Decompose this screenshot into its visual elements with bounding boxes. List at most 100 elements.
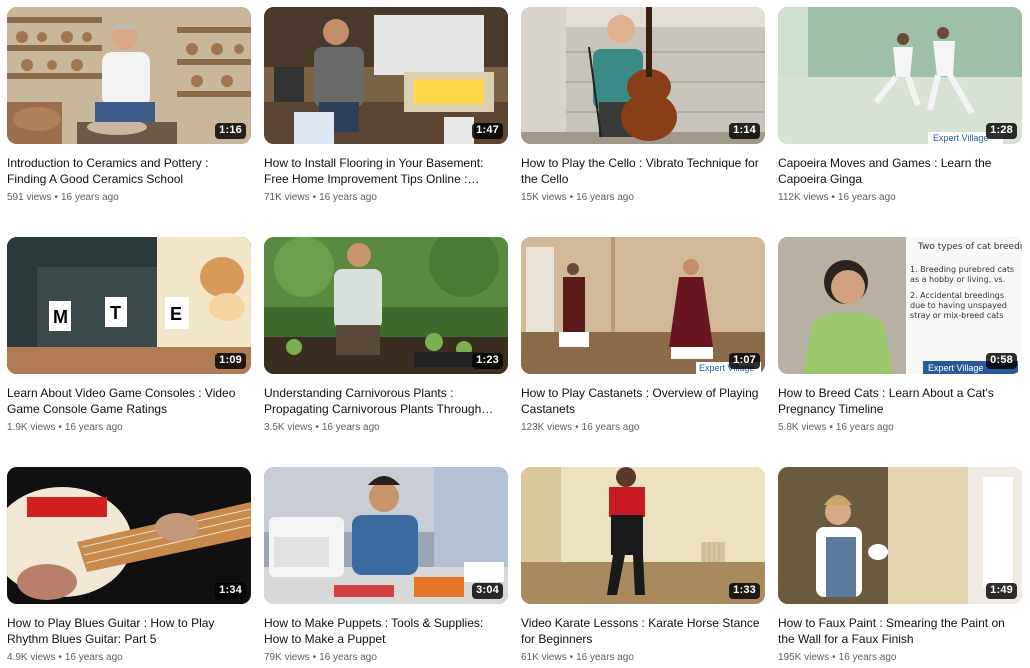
- video-meta: 5.8K views • 16 years ago: [778, 421, 1022, 435]
- video-meta: 195K views • 16 years ago: [778, 651, 1022, 665]
- karate-thumbnail: [521, 467, 765, 604]
- video-thumbnail[interactable]: 1:34: [7, 467, 251, 604]
- view-count: 195K views: [778, 652, 830, 663]
- duration-badge: 1:47: [472, 123, 503, 139]
- duration-badge: 0:58: [986, 353, 1017, 369]
- view-count: 123K views: [521, 422, 573, 433]
- video-meta: 112K views • 16 years ago: [778, 191, 1022, 205]
- video-card[interactable]: 1:16 Introduction to Ceramics and Potter…: [7, 7, 251, 205]
- separator: •: [54, 192, 58, 203]
- faux-paint-thumbnail: [778, 467, 1022, 604]
- video-thumbnail[interactable]: Two types of cat breeding: 1. Breeding p…: [778, 237, 1022, 374]
- video-title[interactable]: How to Play Castanets : Overview of Play…: [521, 385, 765, 417]
- video-card[interactable]: 1:47 How to Install Flooring in Your Bas…: [264, 7, 508, 205]
- separator: •: [569, 652, 574, 663]
- view-count: 4.9K views: [7, 652, 56, 663]
- whiteboard-line: 2. Accidental breedings due to having un…: [910, 291, 1007, 320]
- video-thumbnail[interactable]: 1:47: [264, 7, 508, 144]
- video-meta: 4.9K views • 16 years ago: [7, 651, 251, 665]
- video-thumbnail[interactable]: Expert Village 1:07: [521, 237, 765, 374]
- video-meta: 15K views • 16 years ago: [521, 191, 765, 205]
- rating-letter: M: [53, 307, 68, 327]
- video-title[interactable]: Learn About Video Game Consoles : Video …: [7, 385, 251, 417]
- video-thumbnail[interactable]: Expert Village 1:28: [778, 7, 1022, 144]
- view-count: 1.9K views: [7, 422, 56, 433]
- video-thumbnail[interactable]: 1:49: [778, 467, 1022, 604]
- whiteboard-line: 1. Breeding purebred cats as a hobby or …: [910, 265, 1015, 284]
- video-title[interactable]: How to Play the Cello : Vibrato Techniqu…: [521, 155, 765, 187]
- separator: •: [832, 652, 836, 663]
- video-card[interactable]: Two types of cat breeding: 1. Breeding p…: [778, 237, 1022, 435]
- view-count: 3.5K views: [264, 422, 313, 433]
- whiteboard-heading: Two types of cat breeding:: [917, 242, 1022, 252]
- view-count: 5.8K views: [778, 422, 827, 433]
- video-title[interactable]: How to Make Puppets : Tools & Supplies: …: [264, 615, 508, 647]
- view-count: 61K views: [521, 652, 567, 663]
- duration-badge: 1:07: [729, 353, 760, 369]
- duration-badge: 1:33: [729, 583, 760, 599]
- duration-badge: 1:09: [215, 353, 246, 369]
- video-card[interactable]: 1:23 Understanding Carnivorous Plants : …: [264, 237, 508, 435]
- video-meta: 591 views • 16 years ago: [7, 191, 251, 205]
- separator: •: [575, 422, 579, 433]
- capoeira-thumbnail: Expert Village: [778, 7, 1022, 144]
- video-thumbnail[interactable]: 1:16: [7, 7, 251, 144]
- separator: •: [58, 422, 62, 433]
- video-meta: 3.5K views • 16 years ago: [264, 421, 508, 435]
- upload-age: 16 years ago: [319, 192, 377, 203]
- video-thumbnail[interactable]: M T E 1:09: [7, 237, 251, 374]
- duration-badge: 1:14: [729, 123, 760, 139]
- upload-age: 16 years ago: [64, 652, 123, 663]
- duration-badge: 1:34: [215, 583, 246, 599]
- video-meta: 79K views • 16 years ago: [264, 651, 508, 665]
- duration-badge: 1:16: [215, 123, 246, 139]
- view-count: 79K views: [264, 652, 310, 663]
- upload-age: 16 years ago: [321, 422, 380, 433]
- cats-thumbnail: Two types of cat breeding: 1. Breeding p…: [778, 237, 1022, 374]
- video-thumbnail[interactable]: 1:14: [521, 7, 765, 144]
- video-card[interactable]: 1:14 How to Play the Cello : Vibrato Tec…: [521, 7, 765, 205]
- video-title[interactable]: Introduction to Ceramics and Pottery : F…: [7, 155, 251, 187]
- view-count: 71K views: [264, 192, 310, 203]
- video-title[interactable]: Capoeira Moves and Games : Learn the Cap…: [778, 155, 1022, 187]
- game-ratings-thumbnail: M T E: [7, 237, 251, 374]
- separator: •: [569, 192, 574, 203]
- video-card[interactable]: M T E 1:09 Learn About Video Game Consol…: [7, 237, 251, 435]
- separator: •: [831, 192, 835, 203]
- separator: •: [312, 192, 317, 203]
- video-title[interactable]: How to Breed Cats : Learn About a Cat's …: [778, 385, 1022, 417]
- video-thumbnail[interactable]: 3:04: [264, 467, 508, 604]
- video-title[interactable]: Understanding Carnivorous Plants : Propa…: [264, 385, 508, 417]
- video-thumbnail[interactable]: 1:33: [521, 467, 765, 604]
- puppets-thumbnail: [264, 467, 508, 604]
- upload-age: 16 years ago: [835, 422, 894, 433]
- upload-age: 16 years ago: [837, 192, 896, 203]
- video-thumbnail[interactable]: 1:23: [264, 237, 508, 374]
- guitar-thumbnail: [7, 467, 251, 604]
- separator: •: [829, 422, 833, 433]
- video-meta: 123K views • 16 years ago: [521, 421, 765, 435]
- watermark-text: Expert Village: [928, 363, 983, 373]
- video-meta: 1.9K views • 16 years ago: [7, 421, 251, 435]
- separator: •: [315, 422, 319, 433]
- video-card[interactable]: 1:49 How to Faux Paint : Smearing the Pa…: [778, 467, 1022, 665]
- video-card[interactable]: 1:33 Video Karate Lessons : Karate Horse…: [521, 467, 765, 665]
- video-title[interactable]: How to Faux Paint : Smearing the Paint o…: [778, 615, 1022, 647]
- video-card[interactable]: 1:34 How to Play Blues Guitar : How to P…: [7, 467, 251, 665]
- rating-letter: E: [170, 304, 182, 324]
- video-title[interactable]: How to Play Blues Guitar : How to Play R…: [7, 615, 251, 647]
- duration-badge: 3:04: [472, 583, 503, 599]
- video-grid: 1:16 Introduction to Ceramics and Potter…: [0, 0, 1030, 668]
- duration-badge: 1:49: [986, 583, 1017, 599]
- video-card[interactable]: Expert Village 1:07 How to Play Castanet…: [521, 237, 765, 435]
- video-card[interactable]: Expert Village 1:28 Capoeira Moves and G…: [778, 7, 1022, 205]
- video-card[interactable]: 3:04 How to Make Puppets : Tools & Suppl…: [264, 467, 508, 665]
- upload-age: 16 years ago: [576, 192, 634, 203]
- cello-thumbnail: [521, 7, 765, 144]
- video-title[interactable]: Video Karate Lessons : Karate Horse Stan…: [521, 615, 765, 647]
- rating-letter: T: [110, 303, 121, 323]
- watermark-text: Expert Village: [933, 133, 988, 143]
- castanets-thumbnail: Expert Village: [521, 237, 765, 374]
- upload-age: 16 years ago: [838, 652, 897, 663]
- video-title[interactable]: How to Install Flooring in Your Basement…: [264, 155, 508, 187]
